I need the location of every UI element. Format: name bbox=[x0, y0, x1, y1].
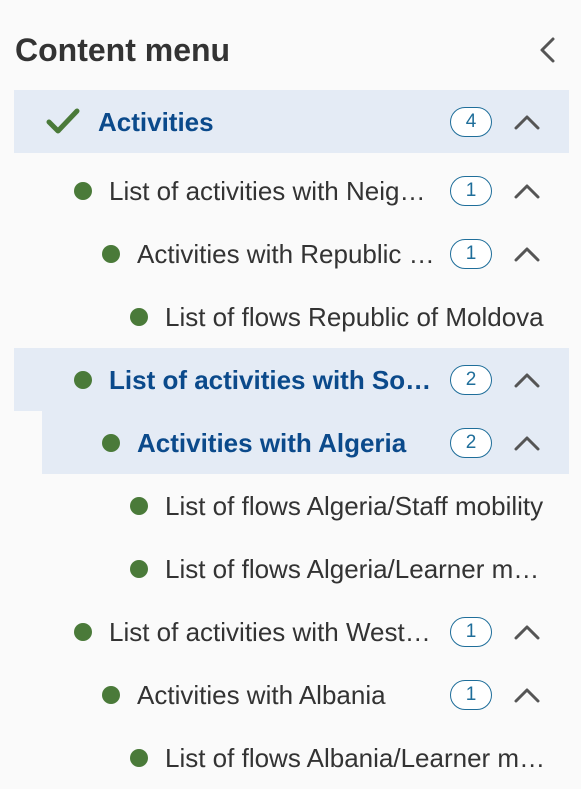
panel-title: Content menu bbox=[15, 32, 231, 68]
bullet-icon bbox=[130, 496, 148, 515]
bullet-icon bbox=[102, 685, 120, 704]
menu-item[interactable]: List of activities with Neighbouring cou… bbox=[0, 159, 569, 222]
collapse-toggle[interactable] bbox=[511, 680, 543, 710]
count-badge: 2 bbox=[450, 364, 492, 395]
menu-item-label: List of flows Republic of Moldova bbox=[165, 301, 544, 332]
menu-item-label: List of activities with Southern Mediter… bbox=[109, 364, 436, 395]
menu-item-label: Activities with Algeria bbox=[137, 427, 407, 458]
menu-item-label: List of flows Algeria/Staff mobility bbox=[165, 490, 544, 521]
chevron-up-icon bbox=[514, 184, 540, 198]
collapse-toggle[interactable] bbox=[511, 107, 543, 137]
menu-item[interactable]: List of flows Albania/Learner mobility bbox=[0, 726, 569, 789]
chevron-up-icon bbox=[514, 115, 540, 129]
count-badge: 1 bbox=[450, 616, 492, 647]
bullet-icon bbox=[74, 622, 92, 641]
chevron-left-icon bbox=[540, 37, 555, 63]
collapse-toggle[interactable] bbox=[511, 176, 543, 206]
chevron-up-icon bbox=[514, 436, 540, 450]
chevron-up-icon bbox=[514, 373, 540, 387]
chevron-up-icon bbox=[514, 688, 540, 702]
count-badge: 1 bbox=[450, 175, 492, 206]
count-badge: 1 bbox=[450, 679, 492, 710]
menu-item-label: Activities bbox=[98, 106, 214, 137]
bullet-icon bbox=[102, 244, 120, 263]
menu-item-label: List of flows Albania/Learner mobility bbox=[165, 742, 548, 773]
count-badge: 1 bbox=[450, 238, 492, 269]
menu-item[interactable]: List of activities with Western Balkans 1 bbox=[0, 600, 569, 663]
count-badge: 4 bbox=[450, 106, 492, 137]
collapse-toggle[interactable] bbox=[511, 617, 543, 647]
bullet-icon bbox=[130, 559, 148, 578]
content-menu-header: Content menu bbox=[0, 0, 581, 104]
bullet-icon bbox=[130, 307, 148, 326]
menu-item-label: Activities with Republic of Moldova bbox=[137, 238, 436, 269]
menu-item-label: List of flows Algeria/Learner mobility bbox=[165, 553, 548, 584]
menu-item[interactable]: Activities with Republic of Moldova 1 bbox=[0, 222, 569, 285]
chevron-up-icon bbox=[514, 247, 540, 261]
bullet-icon bbox=[74, 370, 92, 389]
chevron-up-icon bbox=[514, 625, 540, 639]
menu-item-label: Activities with Albania bbox=[137, 679, 386, 710]
bullet-icon bbox=[74, 181, 92, 200]
menu-item[interactable]: List of flows Republic of Moldova bbox=[0, 285, 569, 348]
menu-item[interactable]: List of flows Algeria/Learner mobility bbox=[0, 537, 569, 600]
collapse-toggle[interactable] bbox=[511, 428, 543, 458]
menu-item-label: List of activities with Neighbouring cou… bbox=[109, 175, 436, 206]
menu-item[interactable]: Activities 4 bbox=[14, 90, 569, 153]
collapse-panel-button[interactable] bbox=[530, 30, 566, 70]
menu-item[interactable]: Activities with Algeria 2 bbox=[42, 411, 569, 474]
bullet-icon bbox=[102, 433, 120, 452]
collapse-toggle[interactable] bbox=[511, 239, 543, 269]
menu-item[interactable]: List of flows Algeria/Staff mobility bbox=[0, 474, 569, 537]
collapse-toggle[interactable] bbox=[511, 365, 543, 395]
check-icon bbox=[46, 108, 80, 133]
count-badge: 2 bbox=[450, 427, 492, 458]
menu-item[interactable]: List of activities with Southern Mediter… bbox=[14, 348, 569, 411]
menu-item[interactable]: Activities with Albania 1 bbox=[0, 663, 569, 726]
menu-item-label: List of activities with Western Balkans bbox=[109, 616, 436, 647]
bullet-icon bbox=[130, 748, 148, 767]
